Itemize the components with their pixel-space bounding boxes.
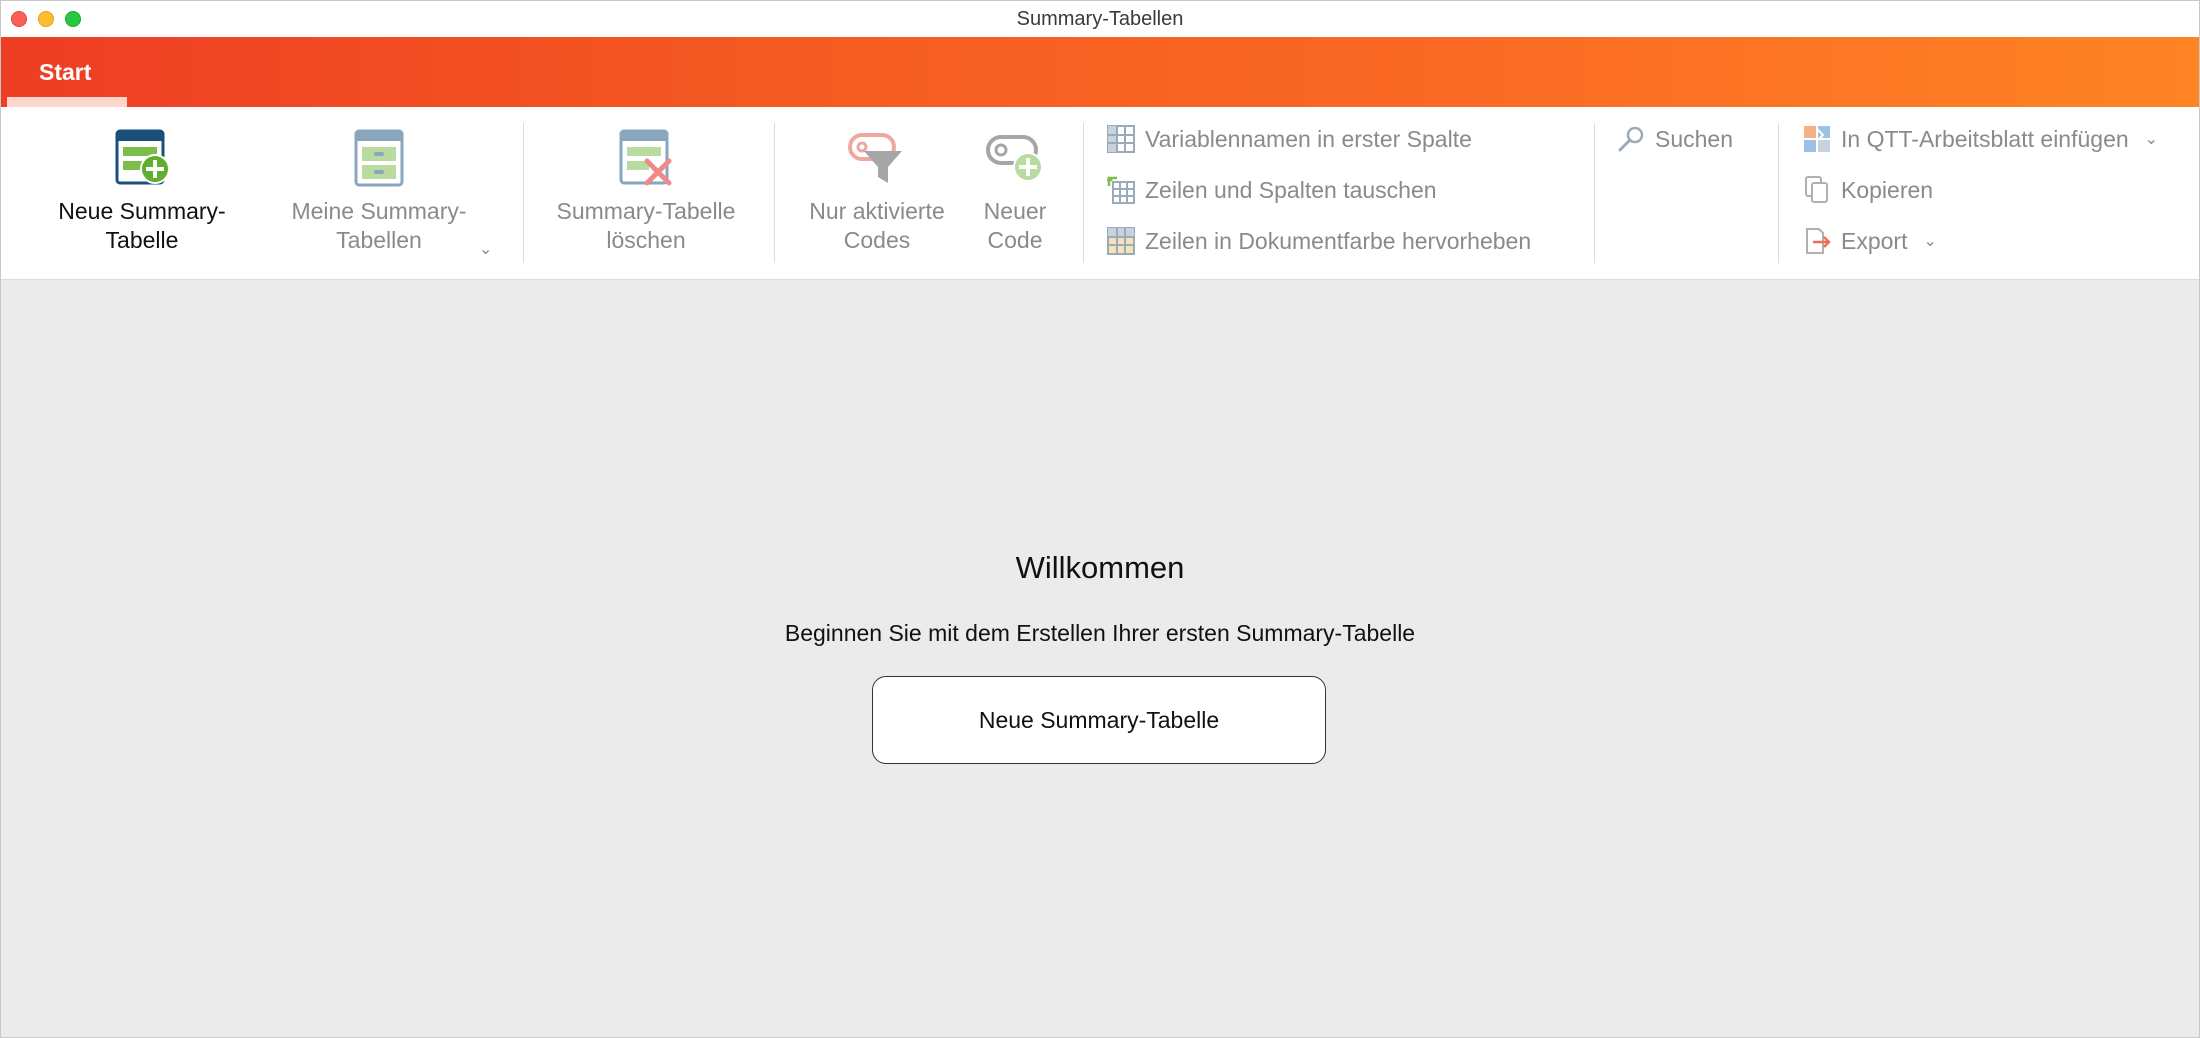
my-summary-tables-button[interactable]: Meine Summary- Tabellen (279, 129, 479, 255)
filter-codes-icon (848, 133, 902, 183)
variable-names-first-column-label: Variablennamen in erster Spalte (1145, 125, 1472, 152)
tab-active-indicator (7, 97, 127, 107)
chevron-down-icon[interactable]: ⌄ (1923, 231, 1936, 251)
search-icon (1618, 126, 1644, 152)
tab-start-label: Start (39, 59, 92, 85)
search-label: Suchen (1655, 125, 1734, 152)
code-add-icon (986, 135, 1043, 182)
highlight-rows-icon (1107, 227, 1135, 255)
new-summary-table-label: Neue Summary- Tabelle (58, 198, 226, 253)
search-button[interactable]: Suchen (1617, 123, 1733, 155)
new-summary-table-welcome-button[interactable]: Neue Summary-Tabelle (872, 676, 1326, 764)
welcome-title: Willkommen (1015, 550, 1185, 585)
ribbon-toolbar: Neue Summary- Tabelle Meine Summary- Tab… (1, 107, 2199, 280)
variable-names-first-column-option[interactable]: Variablennamen in erster Spalte (1107, 123, 1472, 155)
new-summary-table-button[interactable]: Neue Summary- Tabelle (39, 129, 245, 255)
delete-summary-table-button[interactable]: Summary-Tabelle löschen (545, 129, 747, 255)
swap-rows-columns-label: Zeilen und Spalten tauschen (1145, 176, 1437, 203)
new-summary-table-welcome-label: Neue Summary-Tabelle (978, 706, 1220, 733)
copy-icon (1805, 176, 1828, 203)
chevron-down-icon[interactable]: ⌄ (479, 239, 492, 259)
export-icon (1806, 228, 1831, 254)
ribbon-separator (1778, 123, 1779, 263)
grid-first-column-icon (1107, 125, 1135, 153)
ribbon-separator (523, 123, 524, 263)
highlight-rows-document-color-label: Zeilen in Dokumentfarbe hervorheben (1145, 227, 1532, 254)
insert-qtt-worksheet-label: In QTT-Arbeitsblatt einfügen (1841, 125, 2129, 152)
main-content-area: Willkommen Beginnen Sie mit dem Erstelle… (1, 280, 2199, 1037)
swap-rows-columns-icon (1107, 176, 1135, 204)
new-code-button[interactable]: Neuer Code (967, 129, 1063, 255)
copy-label: Kopieren (1841, 176, 1934, 203)
delete-summary-table-label: Summary-Tabelle löschen (556, 198, 736, 253)
only-active-codes-label: Nur aktivierte Codes (809, 198, 945, 253)
highlight-rows-document-color-option[interactable]: Zeilen in Dokumentfarbe hervorheben (1107, 225, 1531, 257)
only-active-codes-button[interactable]: Nur aktivierte Codes (797, 129, 957, 255)
tab-start[interactable]: Start (7, 37, 127, 107)
export-button[interactable]: Export ⌄ (1803, 225, 1937, 257)
window-title: Summary-Tabellen (1016, 8, 1184, 30)
table-list-icon (354, 129, 404, 187)
ribbon-separator (1083, 123, 1084, 263)
qtt-insert-icon (1804, 126, 1830, 152)
new-code-label: Neuer Code (983, 198, 1047, 253)
ribbon-tab-strip: Start (1, 37, 2199, 107)
app-window: Summary-Tabellen Start Neue Summary- Tab… (0, 0, 2200, 1038)
copy-button[interactable]: Kopieren (1803, 174, 1933, 206)
export-label: Export (1841, 227, 1908, 254)
table-add-icon (115, 129, 170, 185)
welcome-subtitle: Beginnen Sie mit dem Erstellen Ihrer ers… (784, 620, 1416, 646)
insert-qtt-worksheet-button[interactable]: In QTT-Arbeitsblatt einfügen ⌄ (1803, 123, 2158, 155)
my-summary-tables-label: Meine Summary- Tabellen (291, 198, 467, 253)
ribbon-separator (774, 123, 775, 263)
table-delete-icon (619, 129, 672, 186)
title-bar: Summary-Tabellen (1, 1, 2199, 38)
swap-rows-columns-option[interactable]: Zeilen und Spalten tauschen (1107, 174, 1437, 206)
chevron-down-icon[interactable]: ⌄ (2145, 129, 2158, 149)
ribbon-separator (1594, 123, 1595, 263)
